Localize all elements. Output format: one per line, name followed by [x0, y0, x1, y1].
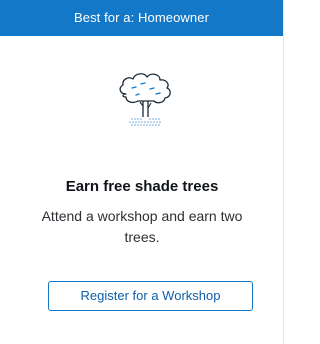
register-workshop-button[interactable]: Register for a Workshop [48, 281, 253, 311]
tree-icon [119, 73, 171, 126]
audience-banner: Best for a: Homeowner [0, 0, 283, 36]
card-description: Attend a workshop and earn two trees. [41, 208, 243, 245]
offer-card: Best for a: Homeowner Earn free shade tr… [0, 0, 284, 344]
card-title: Earn free shade trees [65, 178, 219, 195]
